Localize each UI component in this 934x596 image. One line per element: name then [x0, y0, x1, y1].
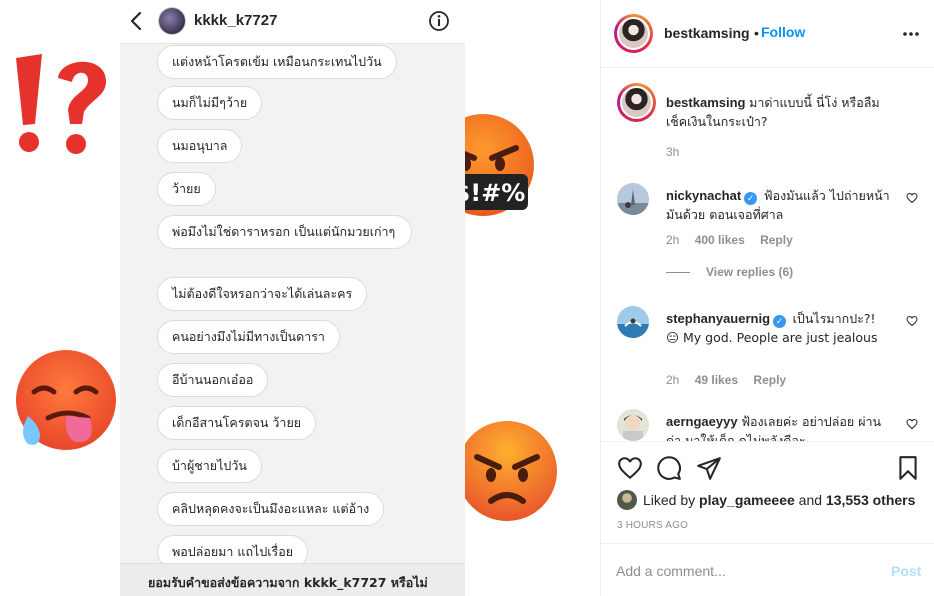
author-username[interactable]: bestkamsing — [664, 25, 750, 41]
info-icon — [429, 11, 449, 31]
comment-item: stephanyauernig ✓ เป็นไรมากปะ?! 😑 My god.… — [617, 305, 922, 395]
dm-message: บ้าผู้ชายไปวัน — [157, 449, 262, 483]
reply-button[interactable]: Reply — [760, 233, 793, 247]
dm-avatar — [158, 7, 186, 35]
dm-message: ไม่ต้องดีใจหรอกว่าจะได้เล่นละคร — [157, 277, 368, 311]
caption: bestkamsing มาด่าแบบนี้ นี่โง่ หรือลืมเช… — [617, 83, 922, 163]
liked-by-and: and — [798, 492, 823, 508]
view-replies-label: View replies (6) — [706, 265, 794, 279]
liked-by-prefix: Liked by — [643, 492, 696, 508]
commenter-avatar[interactable] — [617, 306, 649, 338]
caption-avatar[interactable] — [617, 83, 656, 122]
commenter-avatar[interactable] — [617, 409, 649, 441]
verified-icon: ✓ — [773, 315, 787, 328]
add-comment-bar: Post — [601, 543, 934, 596]
heart-icon[interactable] — [906, 315, 918, 327]
message-request-bar: ยอมรับคำขอส่งข้อความจาก kkkk_k7727 หรือไ… — [120, 563, 465, 596]
exclamation-question-icon — [16, 54, 107, 154]
add-comment-input[interactable] — [616, 561, 876, 581]
post-timestamp[interactable]: 3 HOURS AGO — [617, 520, 688, 531]
comment-likes[interactable]: 400 likes — [695, 233, 745, 247]
replies-divider — [666, 272, 690, 274]
dm-message: คนอย่างมึงไม่มีทางเป็นดารา — [157, 320, 340, 354]
more-options-icon[interactable] — [901, 26, 921, 42]
caption-time: 3h — [666, 145, 680, 159]
bookmark-icon[interactable] — [895, 455, 921, 481]
comment-item: nickynachat ✓ ฟ้องมันแล้ว ไปถ่ายหน้ามันด้… — [617, 182, 922, 252]
follow-button[interactable]: Follow — [761, 24, 805, 40]
share-icon[interactable] — [696, 455, 722, 481]
comment-username[interactable]: nickynachat — [666, 188, 741, 203]
heart-icon[interactable] — [906, 418, 918, 430]
dm-message: เด็กอีสานโครตจน ว้ายย — [157, 406, 317, 440]
post-header: bestkamsing • Follow — [601, 0, 934, 68]
comment-username[interactable]: stephanyauernig — [666, 311, 770, 326]
author-avatar[interactable] — [614, 14, 653, 53]
dm-username: kkkk_k7727 — [194, 12, 278, 29]
dm-screenshot: kkkk_k7727 แต่งหน้าโครตเข้ม เหมือนกระเทน… — [120, 0, 465, 596]
comment-time: 2h — [666, 373, 680, 387]
liked-by[interactable]: Liked by play_gameeee and 13,553 others — [617, 490, 915, 510]
comment-time: 2h — [666, 233, 680, 247]
dm-message: นมอนุบาล — [157, 129, 243, 163]
chevron-left-icon — [130, 11, 142, 31]
post-image: &$!#% kkkk_k7727 แต่งหน้าโครตเข้ม เหมือน… — [0, 0, 600, 596]
dm-message: อีบ้านนอกเอ๋ออ — [157, 363, 269, 397]
dm-message: คลิปหลุดคงจะเป็นมึงอะแหละ แต่อ้าง — [157, 492, 385, 526]
dm-message: นมก็ไม่มีๆว้าย — [157, 86, 263, 120]
view-replies-button[interactable]: View replies (6) — [666, 265, 793, 279]
verified-icon: ✓ — [744, 192, 758, 205]
post-actions: Liked by play_gameeee and 13,553 others … — [601, 441, 934, 543]
post-sidebar: bestkamsing • Follow bestkamsing มาด่าแบ… — [600, 0, 934, 596]
heart-icon[interactable] — [617, 455, 643, 481]
liked-by-user[interactable]: play_gameeee — [699, 492, 795, 508]
angry-face-emoji-icon — [457, 421, 557, 521]
liked-by-others[interactable]: 13,553 others — [826, 492, 916, 508]
liker-avatar — [617, 490, 637, 510]
separator-dot: • — [754, 25, 759, 41]
post-comment-button[interactable]: Post — [891, 563, 921, 579]
comment-item: aerngaeyyy ฟ้องเลยค่ะ อย่าปล่อย ผ่านด่า … — [617, 408, 922, 441]
comments-list[interactable]: bestkamsing มาด่าแบบนี้ นี่โง่ หรือลืมเช… — [601, 69, 934, 441]
dm-message: แต่งหน้าโครตเข้ม เหมือนกระเทนไปวัน — [157, 45, 397, 79]
dm-message: ว้ายย — [157, 172, 216, 206]
dm-message: พ่อมึงไม่ใช่ดาราหรอก เป็นแต่นักมวยเก่าๆ — [157, 215, 412, 249]
commenter-avatar[interactable] — [617, 183, 649, 215]
reply-button[interactable]: Reply — [753, 373, 786, 387]
caption-username[interactable]: bestkamsing — [666, 95, 745, 110]
comment-icon[interactable] — [656, 455, 682, 481]
dm-header: kkkk_k7727 — [120, 0, 465, 44]
heart-icon[interactable] — [906, 192, 918, 204]
comment-likes[interactable]: 49 likes — [695, 373, 738, 387]
comment-username[interactable]: aerngaeyyy — [666, 414, 738, 429]
hot-face-emoji-icon — [16, 350, 116, 450]
